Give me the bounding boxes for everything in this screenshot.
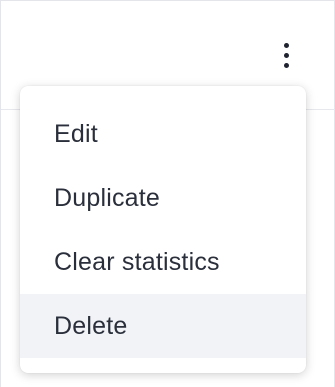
kebab-dot-icon [283,42,289,48]
menu-item-edit[interactable]: Edit [20,102,306,166]
options-dropdown-menu: Edit Duplicate Clear statistics Delete [20,86,306,373]
menu-item-clear-statistics[interactable]: Clear statistics [20,230,306,294]
kebab-dot-icon [283,52,289,58]
kebab-dot-icon [283,62,289,68]
menu-item-duplicate[interactable]: Duplicate [20,166,306,230]
menu-item-delete[interactable]: Delete [20,294,306,358]
more-options-button[interactable] [270,35,302,75]
